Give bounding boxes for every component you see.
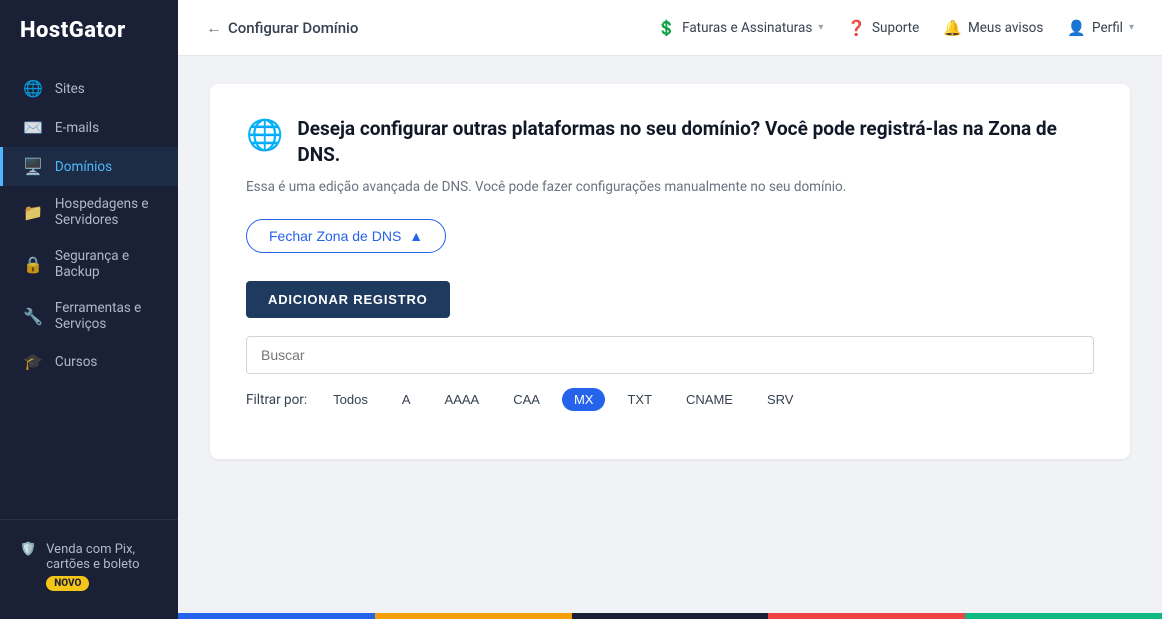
sidebar-item-label: E-mails bbox=[55, 120, 99, 136]
sidebar-item-cursos[interactable]: 🎓 Cursos bbox=[0, 342, 178, 381]
faturas-icon: 💲 bbox=[657, 19, 676, 37]
perfil-button[interactable]: 👤 Perfil ▾ bbox=[1067, 15, 1134, 41]
card-header: 🌐 Deseja configurar outras plataformas n… bbox=[246, 116, 1094, 167]
sidebar-item-seguranca[interactable]: 🔒 Segurança e Backup bbox=[0, 238, 178, 290]
filter-tag-a[interactable]: A bbox=[390, 388, 423, 411]
card-title: Deseja configurar outras plataformas no … bbox=[297, 116, 1094, 167]
sidebar-item-dominios[interactable]: 🖥️ Domínios bbox=[0, 147, 178, 186]
filter-tag-aaaa[interactable]: AAAA bbox=[433, 388, 492, 411]
ferramentas-icon: 🔧 bbox=[23, 307, 43, 326]
back-button[interactable]: ← Configurar Domínio bbox=[206, 18, 358, 38]
bell-icon: 🔔 bbox=[943, 19, 962, 37]
bottom-bar-4 bbox=[768, 613, 965, 619]
card-subtitle: Essa é uma edição avançada de DNS. Você … bbox=[246, 179, 1094, 195]
bottom-bar-2 bbox=[375, 613, 572, 619]
filter-tag-mx[interactable]: MX bbox=[562, 388, 606, 411]
fechar-chevron-icon: ▲ bbox=[409, 228, 423, 244]
filter-tag-todos[interactable]: Todos bbox=[321, 388, 380, 411]
avisos-label: Meus avisos bbox=[968, 20, 1043, 36]
globe-icon: 🌐 bbox=[246, 118, 283, 153]
sidebar-item-label: Ferramentas e Serviços bbox=[55, 300, 158, 332]
search-input[interactable] bbox=[246, 336, 1094, 374]
faturas-button[interactable]: 💲 Faturas e Assinaturas ▾ bbox=[657, 15, 823, 41]
sidebar-item-sites[interactable]: 🌐 Sites bbox=[0, 69, 178, 108]
filter-row: Filtrar por: TodosAAAAACAAMXTXTCNAMESRV bbox=[246, 388, 1094, 411]
content-area: 🌐 Deseja configurar outras plataformas n… bbox=[178, 56, 1162, 613]
dns-card: 🌐 Deseja configurar outras plataformas n… bbox=[210, 84, 1130, 459]
page-title: Configurar Domínio bbox=[228, 19, 358, 37]
sites-icon: 🌐 bbox=[23, 79, 43, 98]
sidebar-item-label: Domínios bbox=[55, 159, 112, 175]
topnav: ← Configurar Domínio 💲 Faturas e Assinat… bbox=[178, 0, 1162, 56]
perfil-label: Perfil bbox=[1092, 20, 1123, 36]
topnav-right: 💲 Faturas e Assinaturas ▾ ❓ Suporte 🔔 Me… bbox=[657, 15, 1134, 41]
cursos-icon: 🎓 bbox=[23, 352, 43, 371]
bottom-bar bbox=[178, 613, 1162, 619]
sidebar-nav: 🌐 Sites ✉️ E-mails 🖥️ Domínios 📁 Hospedagens e … bbox=[0, 61, 178, 519]
avisos-button[interactable]: 🔔 Meus avisos bbox=[943, 15, 1043, 41]
sidebar-item-label: Cursos bbox=[55, 354, 97, 370]
sidebar-item-hospedagens[interactable]: 📁 Hospedagens e Servidores bbox=[0, 186, 178, 238]
sidebar-item-venda[interactable]: 🛡️ Venda com Pix, cartões e boleto NOVO bbox=[20, 534, 158, 599]
fechar-zona-button[interactable]: Fechar Zona de DNS ▲ bbox=[246, 219, 446, 253]
bottom-bar-5 bbox=[965, 613, 1162, 619]
hospedagens-icon: 📁 bbox=[23, 203, 43, 222]
seguranca-icon: 🔒 bbox=[23, 255, 43, 274]
sidebar: HostGator 🌐 Sites ✉️ E-mails 🖥️ Domínios 📁 Hosp… bbox=[0, 0, 178, 619]
fechar-label: Fechar Zona de DNS bbox=[269, 228, 401, 244]
sidebar-logo: HostGator bbox=[0, 0, 178, 61]
dominios-icon: 🖥️ bbox=[23, 157, 43, 176]
user-icon: 👤 bbox=[1067, 19, 1086, 37]
filter-label: Filtrar por: bbox=[246, 392, 307, 408]
main-area: ← Configurar Domínio 💲 Faturas e Assinat… bbox=[178, 0, 1162, 619]
sidebar-item-label: Sites bbox=[55, 81, 85, 97]
filter-tag-caa[interactable]: CAA bbox=[501, 388, 552, 411]
adicionar-registro-button[interactable]: ADICIONAR REGISTRO bbox=[246, 281, 450, 318]
bottom-bar-3 bbox=[572, 613, 769, 619]
filter-tag-txt[interactable]: TXT bbox=[615, 388, 664, 411]
faturas-chevron-icon: ▾ bbox=[818, 22, 823, 33]
sidebar-item-ferramentas[interactable]: 🔧 Ferramentas e Serviços bbox=[0, 290, 178, 342]
filter-tag-srv[interactable]: SRV bbox=[755, 388, 806, 411]
sidebar-item-label: Segurança e Backup bbox=[55, 248, 158, 280]
faturas-label: Faturas e Assinaturas bbox=[682, 20, 812, 36]
bottom-bar-1 bbox=[178, 613, 375, 619]
back-arrow-icon: ← bbox=[206, 18, 222, 38]
suporte-icon: ❓ bbox=[847, 19, 866, 37]
filter-tag-cname[interactable]: CNAME bbox=[674, 388, 745, 411]
sidebar-bottom-label: Venda com Pix, cartões e boleto bbox=[46, 542, 139, 572]
sidebar-item-emails[interactable]: ✉️ E-mails bbox=[0, 108, 178, 147]
perfil-chevron-icon: ▾ bbox=[1129, 22, 1134, 33]
sidebar-bottom: 🛡️ Venda com Pix, cartões e boleto NOVO bbox=[0, 519, 178, 619]
sidebar-item-label: Hospedagens e Servidores bbox=[55, 196, 158, 228]
suporte-label: Suporte bbox=[872, 20, 919, 36]
suporte-button[interactable]: ❓ Suporte bbox=[847, 15, 919, 41]
novo-badge: NOVO bbox=[46, 576, 89, 591]
emails-icon: ✉️ bbox=[23, 118, 43, 137]
shield-icon: 🛡️ bbox=[20, 542, 36, 557]
